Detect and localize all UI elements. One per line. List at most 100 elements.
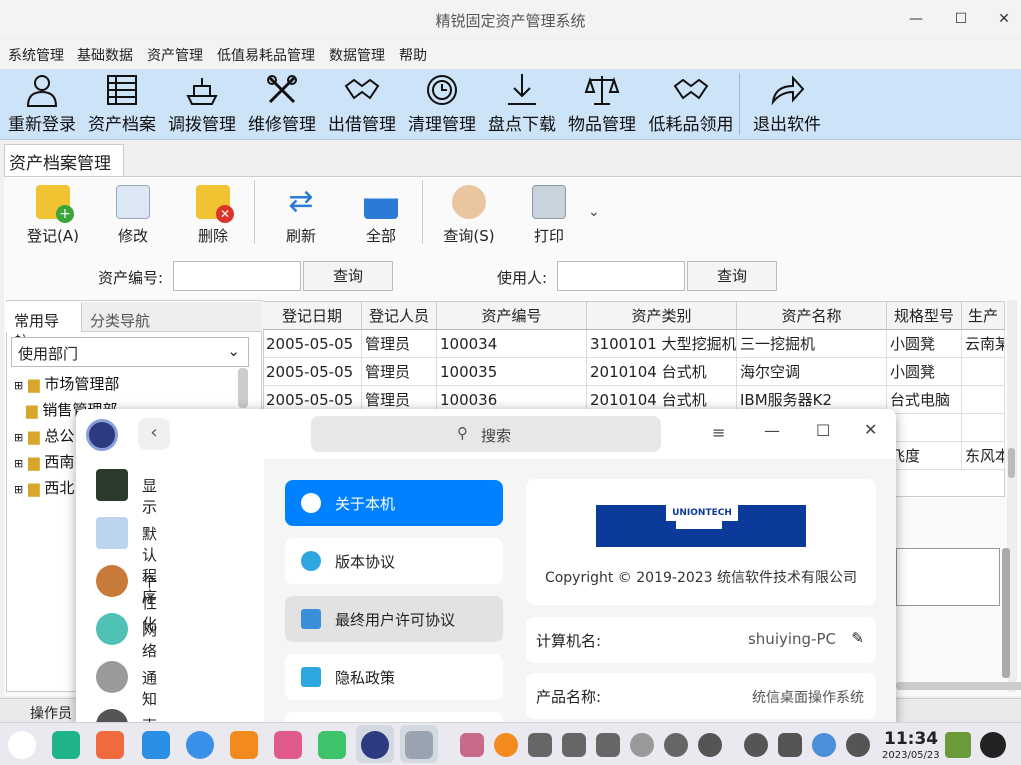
relogin-button[interactable]: 重新登录 <box>4 69 80 140</box>
exit-button[interactable]: 退出软件 <box>748 69 826 140</box>
notification-bell-icon[interactable] <box>980 732 1006 758</box>
volume-icon[interactable] <box>596 733 620 757</box>
tree-item-southwest[interactable]: ⊞ ▆ 西南 <box>14 451 74 472</box>
music-icon[interactable] <box>318 731 346 759</box>
trash-icon[interactable] <box>945 732 971 758</box>
wifi-icon[interactable] <box>664 733 688 757</box>
menu-basic-data[interactable]: 基础数据 <box>77 45 133 65</box>
dialog-minimize-button[interactable]: — <box>764 421 780 440</box>
table-cell[interactable]: 管理员 <box>362 358 437 386</box>
transfer-button[interactable]: 调拨管理 <box>164 69 240 140</box>
consumable-receive-button[interactable]: 低耗品领用 <box>644 69 738 140</box>
delete-button[interactable]: ✕ 删除 <box>178 183 248 245</box>
tab-asset-archive[interactable]: 资产档案管理 <box>4 144 124 176</box>
tree-item-market[interactable]: ⊞ ▆ 市场管理部 <box>14 373 119 394</box>
menu-consumables[interactable]: 低值易耗品管理 <box>217 45 315 65</box>
asset-query-button[interactable]: 查询 <box>303 261 393 291</box>
col-header-registrar[interactable]: 登记人员 <box>362 302 437 330</box>
table-cell[interactable]: 三一挖掘机 <box>737 330 887 358</box>
repair-button[interactable]: 维修管理 <box>244 69 320 140</box>
table-cell[interactable]: 2005-05-05 <box>263 330 362 358</box>
table-cell[interactable] <box>962 386 1005 414</box>
edit-button[interactable]: 修改 <box>98 183 168 245</box>
bluetooth-icon[interactable] <box>630 733 654 757</box>
app-store-icon[interactable] <box>96 731 124 759</box>
menu-help[interactable]: 帮助 <box>399 45 427 65</box>
menu-system[interactable]: 系统管理 <box>8 45 64 65</box>
query-button[interactable]: 查询(S) <box>434 183 504 245</box>
h-scrollbar[interactable] <box>896 682 1021 690</box>
col-header-maker[interactable]: 生产厂 <box>962 302 1005 330</box>
department-select[interactable]: 使用部门 ⌄ <box>11 337 249 367</box>
more-chevron-icon[interactable]: ⌄ <box>588 204 600 220</box>
search-tray-icon[interactable] <box>744 733 768 757</box>
register-button[interactable]: + 登记(A) <box>18 183 88 245</box>
clock-date[interactable]: 2023/05/23 <box>882 750 940 761</box>
launcher-icon[interactable] <box>8 731 36 759</box>
usb-icon[interactable] <box>528 733 552 757</box>
asset-no-input[interactable] <box>173 261 301 291</box>
table-cell[interactable]: 东风本 <box>962 442 1005 470</box>
keyboard-icon[interactable] <box>778 733 802 757</box>
submenu-eula[interactable]: 最终用户许可协议 <box>285 596 503 642</box>
table-cell[interactable] <box>962 414 1005 442</box>
col-header-category[interactable]: 资产类别 <box>587 302 737 330</box>
asset-app-icon[interactable] <box>405 731 433 759</box>
table-cell[interactable] <box>962 358 1005 386</box>
cleanup-button[interactable]: 清理管理 <box>404 69 480 140</box>
minimize-button[interactable]: — <box>903 8 929 30</box>
files-icon[interactable] <box>230 731 258 759</box>
menu-data[interactable]: 数据管理 <box>329 45 385 65</box>
settings-icon[interactable] <box>361 731 389 759</box>
dialog-maximize-button[interactable]: ☐ <box>816 421 830 440</box>
tab-category-nav[interactable]: 分类导航 <box>82 302 262 332</box>
detail-scrollbar[interactable] <box>1002 548 1010 678</box>
goods-button[interactable]: 物品管理 <box>564 69 640 140</box>
submenu-about[interactable]: 关于本机 <box>285 480 503 526</box>
menu-asset[interactable]: 资产管理 <box>147 45 203 65</box>
refresh-button[interactable]: ⇄ 刷新 <box>266 183 336 246</box>
search-input[interactable]: ⚲ 搜索 <box>311 416 661 452</box>
menu-icon[interactable]: ≡ <box>712 423 725 442</box>
table-cell[interactable]: 小圆凳 <box>887 358 962 386</box>
all-button[interactable]: 全部 <box>346 183 416 245</box>
user-input[interactable] <box>557 261 685 291</box>
table-cell[interactable]: 100034 <box>437 330 587 358</box>
table-cell[interactable]: 管理员 <box>362 330 437 358</box>
grid-scroll-thumb[interactable] <box>1008 448 1015 478</box>
user-query-button[interactable]: 查询 <box>687 261 777 291</box>
tray-app-icon[interactable] <box>494 733 518 757</box>
browser-icon[interactable] <box>186 731 214 759</box>
tray-screenshot-icon[interactable] <box>460 733 484 757</box>
col-header-name[interactable]: 资产名称 <box>737 302 887 330</box>
calendar-icon[interactable] <box>142 731 170 759</box>
asset-archive-button[interactable]: 资产档案 <box>84 69 160 140</box>
power-icon[interactable] <box>846 733 870 757</box>
lend-button[interactable]: 出借管理 <box>324 69 400 140</box>
assistant-icon[interactable] <box>812 733 836 757</box>
dialog-close-button[interactable]: ✕ <box>864 420 877 439</box>
terminal-icon[interactable] <box>52 731 80 759</box>
transfer-icon[interactable] <box>562 733 586 757</box>
tree-item-northwest[interactable]: ⊞ ▆ 西北 <box>14 477 74 498</box>
table-cell[interactable]: 台式电脑 <box>887 386 962 414</box>
clock-time[interactable]: 11:34 <box>884 729 938 749</box>
table-cell[interactable] <box>887 414 962 442</box>
table-cell[interactable]: 海尔空调 <box>737 358 887 386</box>
col-header-date[interactable]: 登记日期 <box>263 302 362 330</box>
table-cell[interactable]: 小圆凳 <box>887 330 962 358</box>
photos-icon[interactable] <box>274 731 302 759</box>
col-header-model[interactable]: 规格型号 <box>887 302 962 330</box>
table-cell[interactable]: 2010104 台式机 <box>587 358 737 386</box>
submenu-privacy[interactable]: 隐私政策 <box>285 654 503 700</box>
tree-item-hq[interactable]: ⊞ ▆ 总公 <box>14 425 74 446</box>
table-cell[interactable]: 3100101 大型挖掘机 <box>587 330 737 358</box>
expand-icon[interactable] <box>698 733 722 757</box>
back-button[interactable]: ‹ <box>138 418 170 450</box>
tree-scrollbar[interactable] <box>238 368 248 408</box>
maximize-button[interactable]: ☐ <box>948 8 974 30</box>
submenu-version-agreement[interactable]: 版本协议 <box>285 538 503 584</box>
tab-common-nav[interactable]: 常用导航 <box>6 302 82 351</box>
inventory-download-button[interactable]: 盘点下载 <box>484 69 560 140</box>
table-cell[interactable]: 云南某 <box>962 330 1005 358</box>
